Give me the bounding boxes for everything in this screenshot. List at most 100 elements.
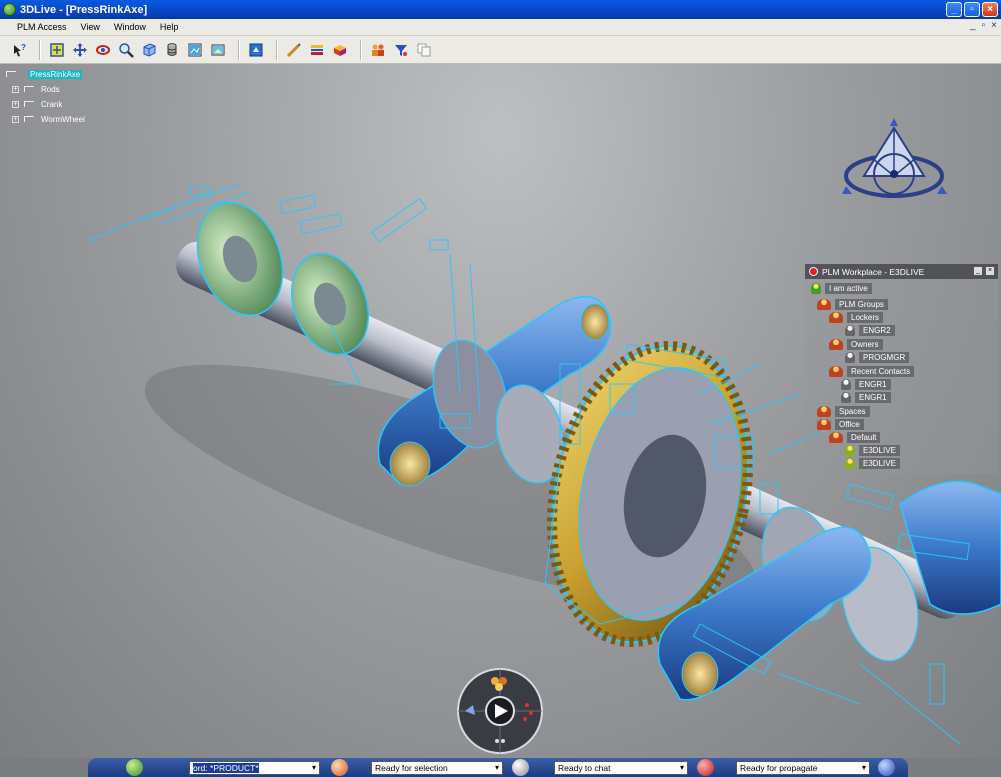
plm-item-label[interactable]: Office xyxy=(835,419,864,430)
plm-item-label[interactable]: Recent Contacts xyxy=(847,366,915,377)
window-title: 3DLive - [PressRinkAxe] xyxy=(20,3,148,16)
plm-item-e3dlive[interactable]: E3DLIVE xyxy=(845,444,900,457)
plm-item-label[interactable]: Lockers xyxy=(847,312,884,323)
plm-item-label[interactable]: ENGR1 xyxy=(855,379,891,390)
plm-item-label[interactable]: E3DLIVE xyxy=(859,458,900,469)
toolbar-separator xyxy=(276,39,277,60)
part-node-icon xyxy=(24,86,34,92)
plm-item-engr1[interactable]: ENGR1 xyxy=(841,391,891,404)
dropdown-arrow-icon[interactable]: ▾ xyxy=(680,762,684,774)
plm-workplace-title: PLM Workplace - E3DLIVE xyxy=(822,266,925,277)
svg-text:?: ? xyxy=(21,43,26,52)
plm-item-engr2[interactable]: ENGR2 xyxy=(845,324,895,337)
tree-node-label[interactable]: Rods xyxy=(41,85,60,94)
group-icon[interactable] xyxy=(369,41,387,59)
doc-restore-button[interactable]: ▫ xyxy=(982,20,986,31)
menu-view[interactable]: View xyxy=(81,22,100,32)
dropdown-arrow-icon[interactable]: ▾ xyxy=(495,762,499,774)
plm-close-button[interactable]: × xyxy=(985,266,995,276)
plm-item-default[interactable]: Default xyxy=(829,431,881,444)
search-action-icon[interactable] xyxy=(331,759,348,776)
plm-item-spaces[interactable]: Spaces xyxy=(817,405,870,418)
propagate-icon[interactable] xyxy=(697,759,714,776)
tree-node-crank[interactable]: + Crank xyxy=(0,97,85,112)
search-field[interactable]: ord: *PRODUCT* ▾ xyxy=(189,761,320,775)
propagate-status-field[interactable]: Ready for propagate ▾ xyxy=(736,761,870,775)
filter-icon[interactable] xyxy=(392,41,410,59)
plm-item-recent-contacts[interactable]: Recent Contacts xyxy=(829,365,915,378)
rotate-icon[interactable] xyxy=(94,41,112,59)
plm-item-label[interactable]: ENGR2 xyxy=(859,325,895,336)
plm-item-engr1[interactable]: ENGR1 xyxy=(841,378,891,391)
user-icon xyxy=(845,352,855,363)
plm-status-row[interactable]: I am active xyxy=(811,282,872,295)
plm-item-label[interactable]: Default xyxy=(847,432,881,443)
group-icon xyxy=(817,299,831,310)
dropdown-arrow-icon[interactable]: ▾ xyxy=(862,762,866,774)
pan-icon[interactable] xyxy=(71,41,89,59)
user-active-icon xyxy=(845,458,855,469)
menu-plm-access[interactable]: PLM Access xyxy=(17,22,67,32)
search-field-value: ord: *PRODUCT* xyxy=(193,763,259,773)
tree-node-rods[interactable]: + Rods xyxy=(0,82,85,97)
export-icon[interactable] xyxy=(247,41,265,59)
measure-icon[interactable] xyxy=(285,41,303,59)
part-node-icon xyxy=(24,116,34,122)
selection-status-field[interactable]: Ready for selection ▾ xyxy=(371,761,503,775)
explode-icon[interactable] xyxy=(331,41,349,59)
chat-icon[interactable] xyxy=(512,759,529,776)
plm-item-progmgr[interactable]: PROGMGR xyxy=(845,351,910,364)
doc-minimize-button[interactable]: _ xyxy=(970,20,976,31)
menu-help[interactable]: Help xyxy=(160,22,179,32)
plm-item-label[interactable]: E3DLIVE xyxy=(859,445,900,456)
expand-icon[interactable]: + xyxy=(12,101,19,108)
status-strip: ord: *PRODUCT* ▾ Ready for selection ▾ R… xyxy=(88,758,908,777)
plm-minimize-button[interactable]: _ xyxy=(973,266,983,276)
chat-status-text: Ready to chat xyxy=(558,763,611,773)
plm-item-label[interactable]: PROGMGR xyxy=(859,352,910,363)
3d-viewport[interactable]: PressRinkAxe + Rods + Crank + WormWheel xyxy=(0,64,1001,758)
help-icon[interactable]: ? xyxy=(10,41,28,59)
plm-item-owners[interactable]: Owners xyxy=(829,338,883,351)
navigation-wheel[interactable] xyxy=(455,667,545,755)
tree-node-label[interactable]: Crank xyxy=(41,100,62,109)
maximize-button[interactable]: ▫ xyxy=(964,2,980,17)
title-bar: 3DLive - [PressRinkAxe] _ ▫ × xyxy=(0,0,1001,19)
plm-status-label: I am active xyxy=(825,283,872,294)
chat-status-field[interactable]: Ready to chat ▾ xyxy=(554,761,688,775)
fit-all-icon[interactable] xyxy=(48,41,66,59)
view-mode-icon[interactable] xyxy=(163,41,181,59)
capture-icon[interactable] xyxy=(209,41,227,59)
navigation-compass[interactable] xyxy=(842,114,947,204)
part-node-icon xyxy=(24,101,34,107)
copy-icon[interactable] xyxy=(415,41,433,59)
plm-workplace-panel: PLM Workplace - E3DLIVE _ × I am active … xyxy=(805,264,998,474)
plm-item-office[interactable]: Office xyxy=(817,418,864,431)
toolbar: ? xyxy=(0,36,1001,64)
expand-icon[interactable]: + xyxy=(12,116,19,123)
plm-item-label[interactable]: PLM Groups xyxy=(835,299,888,310)
normal-view-icon[interactable] xyxy=(140,41,158,59)
zoom-icon[interactable] xyxy=(117,41,135,59)
toolbar-separator xyxy=(238,39,239,60)
expand-icon[interactable]: + xyxy=(12,86,19,93)
plm-item-plm-groups[interactable]: PLM Groups xyxy=(817,298,888,311)
plm-item-label[interactable]: Owners xyxy=(847,339,883,350)
plm-item-label[interactable]: Spaces xyxy=(835,406,870,417)
tree-node-label[interactable]: WormWheel xyxy=(41,115,85,124)
plm-item-lockers[interactable]: Lockers xyxy=(829,311,884,324)
section-icon[interactable] xyxy=(308,41,326,59)
render-icon[interactable] xyxy=(186,41,204,59)
close-button[interactable]: × xyxy=(982,2,998,17)
tree-root-label[interactable]: PressRinkAxe xyxy=(28,70,83,79)
doc-close-button[interactable]: × xyxy=(991,20,997,31)
tree-root-node[interactable]: PressRinkAxe xyxy=(0,67,85,82)
plm-item-e3dlive[interactable]: E3DLIVE xyxy=(845,457,900,470)
3dlive-icon[interactable] xyxy=(126,759,143,776)
plm-item-label[interactable]: ENGR1 xyxy=(855,392,891,403)
tree-node-wormwheel[interactable]: + WormWheel xyxy=(0,112,85,127)
minimize-button[interactable]: _ xyxy=(946,2,962,17)
dropdown-arrow-icon[interactable]: ▾ xyxy=(312,762,316,774)
menu-window[interactable]: Window xyxy=(114,22,146,32)
global-icon[interactable] xyxy=(878,759,895,776)
